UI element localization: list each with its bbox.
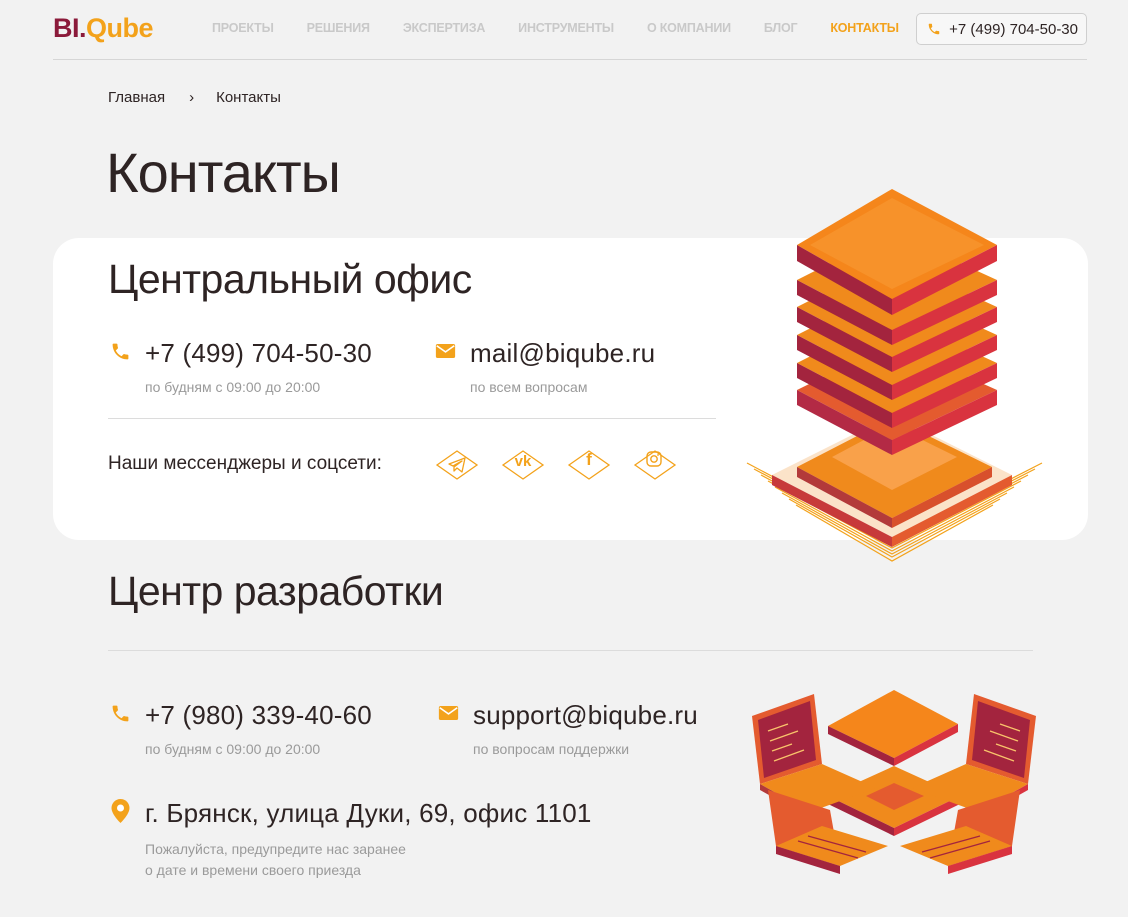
nav-item-about[interactable]: О КОМПАНИИ [647,21,731,35]
address-hint-line-1: Пожалуйста, предупредите нас заранее [145,841,406,857]
mail-icon [435,343,456,364]
vk-glyph: vk [514,453,532,470]
nav-item-contacts[interactable]: КОНТАКТЫ [830,21,899,35]
breadcrumb-current: Контакты [216,89,281,106]
email-link[interactable]: mail@biqube.ru [470,338,655,369]
facebook-icon[interactable]: f [567,448,611,482]
page-title: Контакты [106,141,341,204]
dev-center-phone: +7 (980) 339-40-60 по будням с 09:00 до … [110,700,372,760]
breadcrumb-home[interactable]: Главная [108,89,165,106]
breadcrumb-separator-icon: › [189,89,195,106]
social-links: vk f [435,448,677,482]
phone-hint: по будням с 09:00 до 20:00 [145,379,321,395]
dev-center-address: г. Брянск, улица Дуки, 69, офис 1101 Пож… [110,798,592,881]
nav-item-expertise[interactable]: ЭКСПЕРТИЗА [403,21,486,35]
nav-item-tools[interactable]: ИНСТРУМЕНТЫ [518,21,614,35]
breadcrumb: Главная › Контакты [108,89,281,106]
nav-item-blog[interactable]: БЛОГ [764,21,798,35]
phone-icon [110,703,131,729]
nav-item-projects[interactable]: ПРОЕКТЫ [212,21,274,35]
header-phone-number: +7 (499) 704-50-30 [949,20,1078,38]
address-hint-line-2: о дате и времени своего приезда [145,862,361,878]
central-office-phone: +7 (499) 704-50-30 по будням с 09:00 до … [110,338,372,398]
address-text: г. Брянск, улица Дуки, 69, офис 1101 [145,798,592,828]
dev-center-title: Центр разработки [108,568,444,614]
facebook-glyph: f [586,450,592,469]
site-header: BI.Qube ПРОЕКТЫ РЕШЕНИЯ ЭКСПЕРТИЗА ИНСТР… [53,0,1087,60]
location-pin-icon [110,798,131,829]
logo-bi: BI. [53,13,87,43]
address-hint: Пожалуйста, предупредите нас заранее о д… [145,839,592,881]
central-office-title: Центральный офис [108,256,472,302]
dev-center-email: support@biqube.ru по вопросам поддержки [438,700,698,760]
laptops-illustration [748,686,1040,887]
server-stack-illustration [742,185,1052,580]
instagram-icon[interactable] [633,448,677,482]
divider [108,418,716,419]
logo-qube: Qube [86,13,154,43]
nav-item-solutions[interactable]: РЕШЕНИЯ [307,21,370,35]
mail-icon [438,705,459,726]
email-hint: по всем вопросам [470,379,588,395]
main-nav: ПРОЕКТЫ РЕШЕНИЯ ЭКСПЕРТИЗА ИНСТРУМЕНТЫ О… [212,21,932,35]
email-hint: по вопросам поддержки [473,741,630,757]
phone-link[interactable]: +7 (499) 704-50-30 [145,338,372,369]
vk-icon[interactable]: vk [501,448,545,482]
header-phone-button[interactable]: +7 (499) 704-50-30 [916,13,1087,45]
phone-hint: по будням с 09:00 до 20:00 [145,741,321,757]
email-link[interactable]: support@biqube.ru [473,700,698,731]
phone-icon [110,341,131,367]
social-label: Наши мессенджеры и соцсети: [108,453,382,474]
telegram-icon[interactable] [435,448,479,482]
central-office-email: mail@biqube.ru по всем вопросам [435,338,655,398]
divider [108,650,1033,651]
logo[interactable]: BI.Qube [53,13,154,44]
phone-link[interactable]: +7 (980) 339-40-60 [145,700,372,731]
phone-icon [927,22,941,36]
